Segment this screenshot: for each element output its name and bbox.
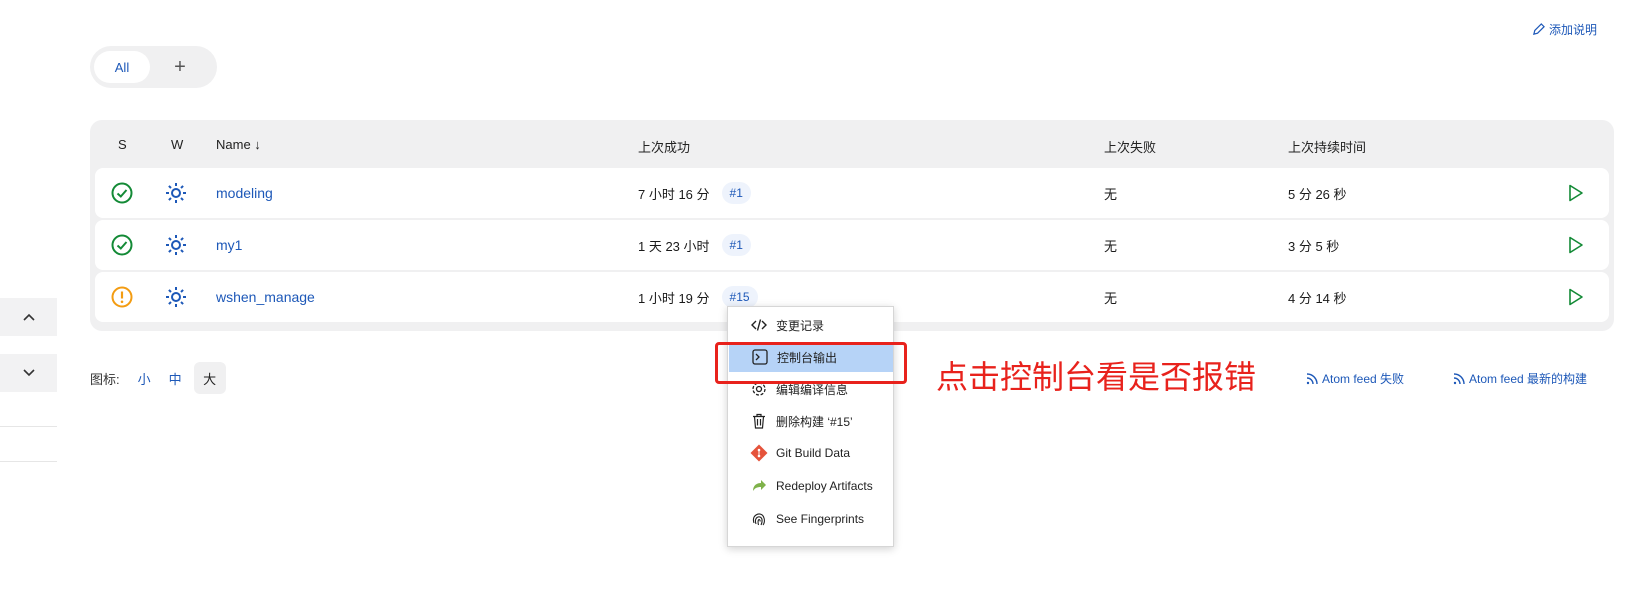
schedule-build-button[interactable] — [1568, 220, 1584, 270]
weather-sunny-icon — [165, 168, 187, 218]
last-failure: 无 — [1104, 290, 1118, 306]
last-success-time: 1 天 23 小时 — [638, 238, 710, 254]
sidebar-divider — [0, 426, 57, 427]
sidebar-expand-down-button[interactable] — [0, 354, 57, 392]
build-link[interactable]: #1 — [721, 234, 751, 256]
jobs-table: S W Name ↓ 上次成功 上次失败 上次持续时间 modeling 7 小… — [90, 120, 1614, 331]
build-link[interactable]: #1 — [721, 182, 751, 204]
last-success-time: 7 小时 16 分 — [638, 186, 710, 202]
job-link-wshen-manage[interactable]: wshen_manage — [216, 289, 315, 305]
menu-item-label: See Fingerprints — [776, 512, 865, 526]
play-icon — [1569, 184, 1583, 202]
status-success-icon — [111, 168, 133, 218]
menu-item-label: Redeploy Artifacts — [776, 479, 873, 493]
legend-label: 图标: — [90, 371, 120, 387]
add-description-label: 添加说明 — [1548, 23, 1597, 37]
last-success-time: 1 小时 19 分 — [638, 290, 710, 306]
header-last-success[interactable]: 上次成功 — [638, 137, 690, 156]
redeploy-icon — [750, 477, 768, 495]
table-row: modeling 7 小时 16 分 #1 无 5 分 26 秒 — [95, 168, 1609, 218]
play-icon — [1569, 288, 1583, 306]
menu-item-redeploy-artifacts[interactable]: Redeploy Artifacts — [728, 471, 893, 501]
last-duration: 4 分 14 秒 — [1288, 290, 1347, 306]
menu-item-label: 变更记录 — [776, 318, 825, 333]
last-failure: 无 — [1104, 238, 1118, 254]
header-last-failure[interactable]: 上次失败 — [1104, 137, 1156, 156]
annotation-text: 点击控制台看是否报错 — [936, 358, 1257, 396]
git-icon — [750, 444, 768, 462]
status-success-icon — [111, 220, 133, 270]
fingerprint-icon — [750, 510, 768, 528]
menu-item-git-build-data[interactable]: Git Build Data — [728, 438, 893, 468]
view-tabs: All + — [90, 46, 217, 88]
pencil-icon — [1533, 23, 1545, 35]
table-row: my1 1 天 23 小时 #1 无 3 分 5 秒 — [95, 220, 1609, 270]
weather-sunny-icon — [165, 272, 187, 322]
chevron-up-icon — [22, 313, 35, 321]
table-header: S W Name ↓ 上次成功 上次失败 上次持续时间 — [90, 120, 1614, 168]
menu-item-see-fingerprints[interactable]: See Fingerprints — [728, 504, 893, 534]
header-w[interactable]: W — [171, 137, 183, 152]
trash-icon — [750, 412, 768, 430]
atom-feed-latest-link[interactable]: Atom feed 最新的构建 — [1453, 370, 1587, 387]
icon-size-medium[interactable]: 中 — [169, 369, 182, 388]
rss-icon — [1453, 372, 1465, 384]
add-view-button[interactable]: + — [150, 51, 210, 83]
add-description-link[interactable]: 添加说明 — [1532, 21, 1597, 38]
last-duration: 5 分 26 秒 — [1288, 186, 1347, 202]
last-failure: 无 — [1104, 186, 1118, 202]
icon-size-large[interactable]: 大 — [193, 362, 226, 394]
job-link-modeling[interactable]: modeling — [216, 185, 273, 201]
atom-feed-failed-label: Atom feed 失败 — [1322, 372, 1405, 386]
icon-size-small[interactable]: 小 — [138, 369, 151, 388]
code-icon — [750, 316, 768, 334]
menu-item-delete-build[interactable]: 删除构建 ‘#15’ — [728, 406, 893, 436]
menu-item-label: Git Build Data — [776, 446, 851, 460]
icon-size-legend: 图标: 小 中 大 — [90, 362, 226, 394]
chevron-down-icon — [22, 369, 35, 377]
build-link[interactable]: #15 — [721, 286, 758, 308]
header-name[interactable]: Name ↓ — [216, 137, 261, 152]
sidebar-divider — [0, 461, 57, 462]
tab-all[interactable]: All — [94, 51, 150, 83]
play-icon — [1569, 236, 1583, 254]
schedule-build-button[interactable] — [1568, 272, 1584, 322]
menu-item-label: 删除构建 ‘#15’ — [776, 414, 853, 429]
rss-icon — [1306, 372, 1318, 384]
status-warning-icon — [111, 272, 133, 322]
atom-feed-latest-label: Atom feed 最新的构建 — [1469, 372, 1588, 386]
weather-sunny-icon — [165, 220, 187, 270]
annotation-highlight-box — [715, 342, 907, 384]
atom-feed-failed-link[interactable]: Atom feed 失败 — [1306, 370, 1404, 387]
sidebar-collapse-up-button[interactable] — [0, 298, 57, 336]
header-last-duration[interactable]: 上次持续时间 — [1288, 137, 1366, 156]
menu-item-changes[interactable]: 变更记录 — [728, 310, 893, 340]
last-duration: 3 分 5 秒 — [1288, 238, 1340, 254]
schedule-build-button[interactable] — [1568, 168, 1584, 218]
header-s[interactable]: S — [118, 137, 127, 152]
job-link-my1[interactable]: my1 — [216, 237, 242, 253]
